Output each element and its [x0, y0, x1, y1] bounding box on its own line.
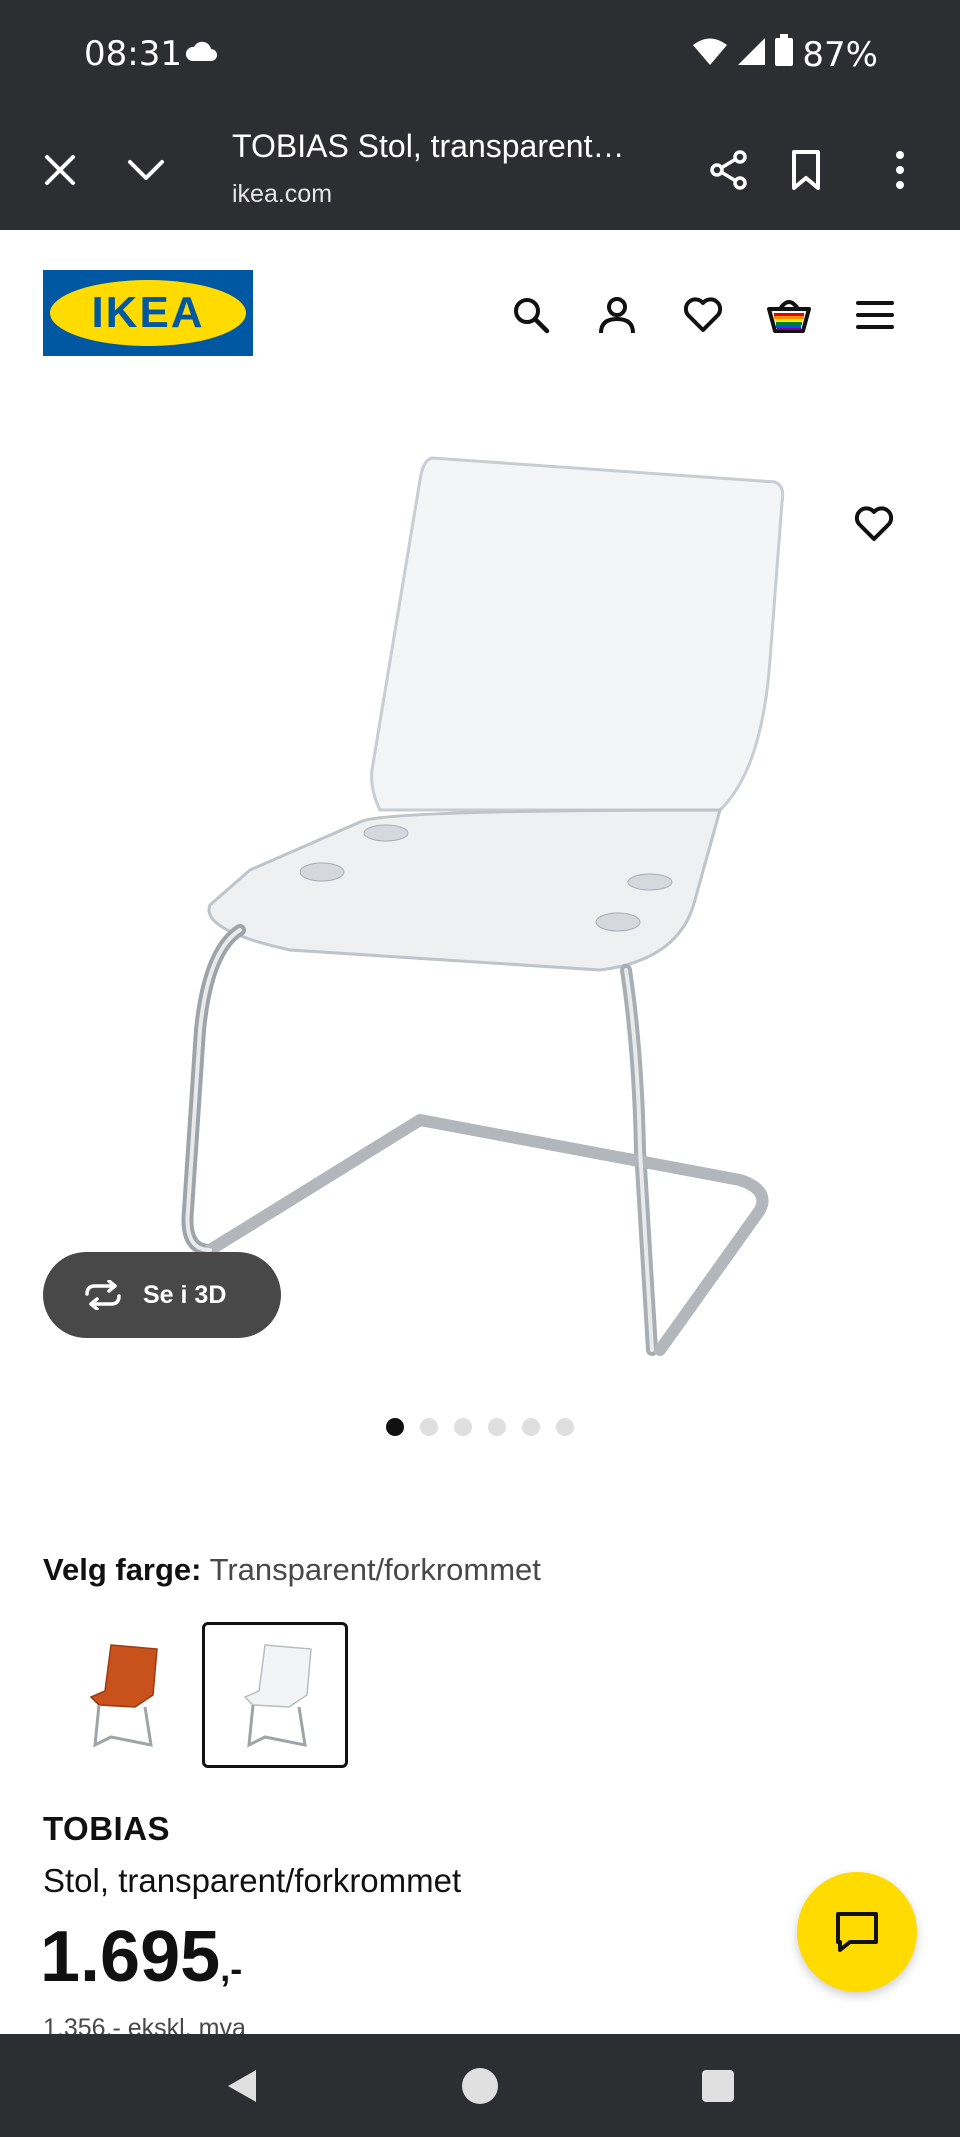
color-label-key: Velg farge:	[43, 1552, 202, 1587]
view-in-3d-button[interactable]: Se i 3D	[43, 1252, 281, 1338]
cloud-icon	[184, 40, 218, 62]
color-swatch-brown-red[interactable]	[48, 1622, 194, 1768]
add-to-favourites-button[interactable]	[846, 496, 902, 552]
gallery-pagination	[0, 1418, 960, 1438]
system-nav-bar	[0, 2034, 960, 2137]
battery-percent: 87%	[802, 34, 878, 75]
more-vert-icon[interactable]	[868, 138, 932, 202]
account-icon[interactable]	[592, 290, 642, 340]
logo-oval: IKEA	[50, 280, 246, 346]
chat-icon	[836, 1912, 878, 1952]
status-bar: 08:31 87%	[0, 0, 960, 110]
recents-icon[interactable]	[694, 2062, 742, 2110]
logo-text: IKEA	[91, 288, 205, 337]
battery-icon	[774, 34, 794, 75]
basket-icon[interactable]	[764, 290, 814, 340]
price-suffix: ,-	[220, 1948, 243, 1989]
color-label-value: Transparent/forkrommet	[209, 1552, 541, 1587]
chevron-down-icon[interactable]	[114, 138, 178, 202]
home-icon[interactable]	[456, 2062, 504, 2110]
menu-icon[interactable]	[850, 290, 900, 340]
back-icon[interactable]	[218, 2062, 266, 2110]
color-swatch-transparent-chrome[interactable]	[202, 1622, 348, 1768]
gallery-dot[interactable]	[420, 1418, 438, 1436]
chair-image	[181, 456, 785, 1356]
product-price: 1.695,-	[40, 1916, 242, 1998]
product-image-gallery[interactable]: Se i 3D	[0, 390, 960, 1400]
chair-thumbnail-transparent	[243, 1644, 312, 1748]
browser-toolbar: TOBIAS Stol, transparent… ikea.com	[0, 110, 960, 230]
product-name: TOBIAS	[43, 1810, 171, 1847]
bookmark-icon[interactable]	[774, 138, 838, 202]
gallery-dot[interactable]	[556, 1418, 574, 1436]
color-selector-label: Velg farge: Transparent/forkrommet	[43, 1552, 541, 1588]
gallery-dot[interactable]	[454, 1418, 472, 1436]
ikea-logo[interactable]: IKEA	[43, 270, 253, 356]
close-icon[interactable]	[28, 138, 92, 202]
status-time: 08:31	[84, 34, 182, 74]
gallery-dot[interactable]	[386, 1418, 404, 1436]
view-3d-label: Se i 3D	[143, 1280, 227, 1309]
share-icon[interactable]	[697, 138, 761, 202]
page-url[interactable]: ikea.com	[232, 180, 332, 209]
site-header: IKEA	[0, 230, 960, 390]
chat-button[interactable]	[797, 1872, 917, 1992]
signal-icon	[736, 35, 766, 75]
status-right: 87%	[692, 34, 878, 75]
search-icon[interactable]	[506, 290, 556, 340]
heart-icon[interactable]	[678, 290, 728, 340]
heart-icon	[854, 506, 894, 541]
page-title[interactable]: TOBIAS Stol, transparent…	[232, 128, 624, 165]
chair-thumbnail-red	[89, 1644, 158, 1748]
gallery-dot[interactable]	[488, 1418, 506, 1436]
price-main: 1.695	[40, 1917, 221, 1997]
rotate-3d-icon	[85, 1280, 121, 1310]
product-description: Stol, transparent/forkrommet	[43, 1862, 462, 1899]
gallery-dot[interactable]	[522, 1418, 540, 1436]
wifi-icon	[692, 35, 728, 75]
